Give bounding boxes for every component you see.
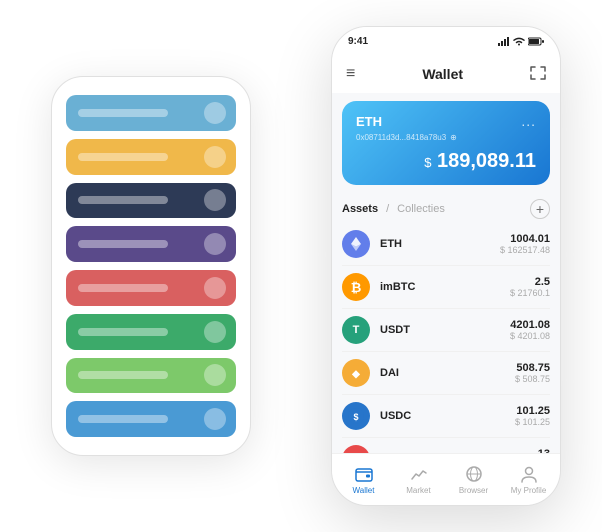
eth-address-text: 0x08711d3d...8418a78u3 bbox=[356, 133, 446, 142]
card-1-dot bbox=[204, 102, 226, 124]
svg-text:◆: ◆ bbox=[351, 369, 360, 380]
card-4[interactable] bbox=[66, 226, 236, 262]
eth-token-name: ETH bbox=[380, 238, 500, 250]
assets-tabs: Assets / Collecties bbox=[342, 203, 445, 215]
imbtc-token-amounts: 2.5 $ 21760.1 bbox=[510, 276, 550, 298]
card-6-dot bbox=[204, 321, 226, 343]
imbtc-token-amount: 2.5 bbox=[510, 276, 550, 288]
assets-tab-active[interactable]: Assets bbox=[342, 203, 378, 215]
profile-nav-label: My Profile bbox=[511, 486, 547, 495]
nav-market[interactable]: Market bbox=[391, 464, 446, 495]
eth-token-amounts: 1004.01 $ 162517.48 bbox=[500, 233, 550, 255]
dai-token-amount: 508.75 bbox=[515, 362, 550, 374]
imbtc-token-usd: $ 21760.1 bbox=[510, 288, 550, 298]
card-1[interactable] bbox=[66, 95, 236, 131]
browser-nav-icon bbox=[464, 464, 484, 484]
status-time: 9:41 bbox=[348, 36, 368, 47]
card-6[interactable] bbox=[66, 314, 236, 350]
eth-amount-value: 189,089.11 bbox=[437, 150, 536, 172]
card-7-dot bbox=[204, 364, 226, 386]
usdc-token-name: USDC bbox=[380, 410, 515, 422]
usdt-token-name: USDT bbox=[380, 324, 510, 336]
assets-header: Assets / Collecties + bbox=[342, 193, 550, 223]
dai-token-amounts: 508.75 $ 508.75 bbox=[515, 362, 550, 384]
market-nav-icon bbox=[409, 464, 429, 484]
card-3[interactable] bbox=[66, 183, 236, 219]
usdt-token-icon: T bbox=[342, 316, 370, 344]
assets-add-button[interactable]: + bbox=[530, 199, 550, 219]
token-item-imbtc[interactable]: ₿ imBTC 2.5 $ 21760.1 bbox=[342, 266, 550, 309]
token-item-tft[interactable]: 🌊 TFT 13 0 bbox=[342, 438, 550, 453]
wallet-nav-label: Wallet bbox=[353, 486, 375, 495]
card-5[interactable] bbox=[66, 270, 236, 306]
card-2[interactable] bbox=[66, 139, 236, 175]
token-item-usdc[interactable]: $ USDC 101.25 $ 101.25 bbox=[342, 395, 550, 438]
eth-address-icon: ⊕ bbox=[450, 133, 457, 142]
nav-profile[interactable]: My Profile bbox=[501, 464, 556, 495]
usdt-token-usd: $ 4201.08 bbox=[510, 331, 550, 341]
menu-icon[interactable]: ≡ bbox=[346, 65, 355, 83]
dai-token-usd: $ 508.75 bbox=[515, 374, 550, 384]
eth-card[interactable]: ETH ... 0x08711d3d...8418a78u3 ⊕ $ 189,0… bbox=[342, 101, 550, 185]
wallet-nav-icon bbox=[354, 464, 374, 484]
usdc-token-amounts: 101.25 $ 101.25 bbox=[515, 405, 550, 427]
eth-card-label: ETH bbox=[356, 114, 382, 129]
eth-card-top: ETH ... bbox=[356, 113, 536, 129]
header-title: Wallet bbox=[422, 66, 463, 82]
card-3-dot bbox=[204, 189, 226, 211]
token-item-usdt[interactable]: T USDT 4201.08 $ 4201.08 bbox=[342, 309, 550, 352]
phone-header: ≡ Wallet bbox=[332, 55, 560, 93]
imbtc-token-name: imBTC bbox=[380, 281, 510, 293]
assets-tab-secondary[interactable]: Collecties bbox=[397, 203, 445, 215]
tft-token-icon: 🌊 bbox=[342, 445, 370, 453]
usdt-token-amount: 4201.08 bbox=[510, 319, 550, 331]
status-icons bbox=[498, 37, 544, 46]
usdc-token-amount: 101.25 bbox=[515, 405, 550, 417]
eth-token-usd: $ 162517.48 bbox=[500, 245, 550, 255]
expand-icon[interactable] bbox=[530, 66, 546, 83]
back-phone bbox=[51, 76, 251, 456]
nav-browser[interactable]: Browser bbox=[446, 464, 501, 495]
status-bar: 9:41 bbox=[332, 27, 560, 55]
token-item-eth[interactable]: ETH 1004.01 $ 162517.48 bbox=[342, 223, 550, 266]
card-2-dot bbox=[204, 146, 226, 168]
battery-icon bbox=[528, 37, 544, 46]
imbtc-token-icon: ₿ bbox=[342, 273, 370, 301]
nav-wallet[interactable]: Wallet bbox=[336, 464, 391, 495]
eth-amount: $ 189,089.11 bbox=[356, 150, 536, 173]
wifi-icon bbox=[513, 37, 525, 46]
market-nav-label: Market bbox=[406, 486, 430, 495]
card-7[interactable] bbox=[66, 358, 236, 394]
card-8[interactable] bbox=[66, 401, 236, 437]
scene: 9:41 bbox=[21, 16, 581, 516]
phone-content: ETH ... 0x08711d3d...8418a78u3 ⊕ $ 189,0… bbox=[332, 93, 560, 453]
eth-card-dots[interactable]: ... bbox=[521, 113, 536, 129]
profile-nav-icon bbox=[519, 464, 539, 484]
usdt-token-amounts: 4201.08 $ 4201.08 bbox=[510, 319, 550, 341]
eth-amount-symbol: $ bbox=[424, 155, 431, 170]
token-list: ETH 1004.01 $ 162517.48 ₿ imBTC 2.5 $ 21… bbox=[342, 223, 550, 453]
token-item-dai[interactable]: ◆ DAI 508.75 $ 508.75 bbox=[342, 352, 550, 395]
eth-token-amount: 1004.01 bbox=[500, 233, 550, 245]
eth-token-icon bbox=[342, 230, 370, 258]
dai-token-name: DAI bbox=[380, 367, 515, 379]
browser-nav-label: Browser bbox=[459, 486, 488, 495]
usdc-token-icon: $ bbox=[342, 402, 370, 430]
card-4-dot bbox=[204, 233, 226, 255]
dai-token-icon: ◆ bbox=[342, 359, 370, 387]
bottom-nav: Wallet Market Browser bbox=[332, 453, 560, 505]
assets-tab-slash: / bbox=[386, 203, 389, 215]
svg-text:$: $ bbox=[353, 412, 358, 422]
usdc-token-usd: $ 101.25 bbox=[515, 417, 550, 427]
signal-icon bbox=[498, 37, 510, 46]
front-phone: 9:41 bbox=[331, 26, 561, 506]
card-5-dot bbox=[204, 277, 226, 299]
eth-address: 0x08711d3d...8418a78u3 ⊕ bbox=[356, 133, 536, 142]
card-8-dot bbox=[204, 408, 226, 430]
